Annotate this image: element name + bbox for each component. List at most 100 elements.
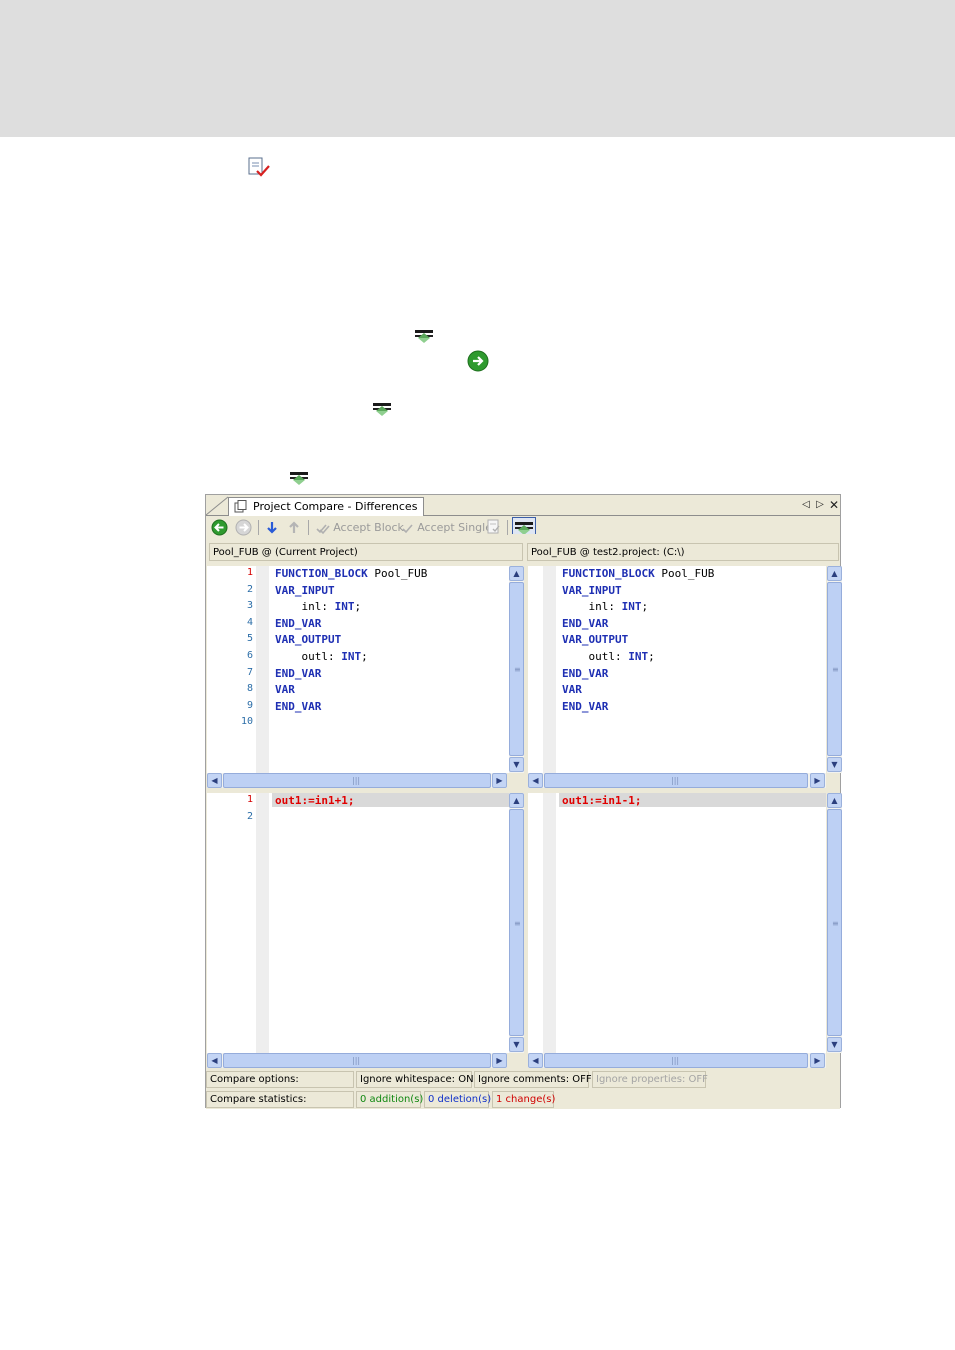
scroll-up-button[interactable]: ▲ xyxy=(827,566,842,581)
scroll-right-button[interactable]: ▶ xyxy=(492,1053,507,1068)
left-top-vertical-scrollbar[interactable]: ▲ ≡ ▼ xyxy=(509,566,524,773)
code-keyword: END_VAR xyxy=(562,699,609,713)
compare-document-icon xyxy=(234,500,247,513)
code-line: inl: INT; xyxy=(275,600,362,614)
page-header-band xyxy=(0,0,955,137)
line-number: 9 xyxy=(246,699,253,711)
compare-options-row: Compare options: Ignore whitespace: ON I… xyxy=(206,1070,840,1089)
chevron-up-icon: ▲ xyxy=(831,796,838,805)
scroll-right-button[interactable]: ▶ xyxy=(492,773,507,788)
chevron-down-icon: ▼ xyxy=(831,1040,838,1049)
compare-statistics-row: Compare statistics: 0 addition(s) 0 dele… xyxy=(206,1090,840,1109)
code-line: END_VAR xyxy=(562,617,608,630)
accept-block-button[interactable]: Accept Block xyxy=(316,519,404,536)
right-top-editor[interactable]: FUNCTION_BLOCK Pool_FUB VAR_INPUT inl: IN… xyxy=(528,566,826,773)
code-keyword: VAR_OUTPUT xyxy=(562,633,629,647)
chevron-right-icon: ▶ xyxy=(496,776,503,785)
line-number: 1 xyxy=(246,567,253,578)
left-top-horizontal-scrollbar[interactable]: ◀ ||| ▶ xyxy=(207,773,507,788)
grip-icon: ||| xyxy=(671,776,680,785)
scroll-down-button[interactable]: ▼ xyxy=(827,1037,842,1052)
right-bottom-vertical-scrollbar[interactable]: ▲ ≡ ▼ xyxy=(827,793,842,1053)
code-line: VAR xyxy=(275,683,295,696)
scroll-thumb[interactable]: ||| xyxy=(223,773,491,788)
deletions-count: 0 deletion(s) xyxy=(424,1091,491,1108)
move-down-button[interactable] xyxy=(265,519,279,536)
additions-count: 0 addition(s) xyxy=(356,1091,423,1108)
right-path-label: Pool_FUB @ test2.project: (C:\) xyxy=(531,547,685,558)
left-bottom-vertical-scrollbar[interactable]: ▲ ≡ ▼ xyxy=(509,793,524,1053)
left-path-label: Pool_FUB @ (Current Project) xyxy=(213,547,358,558)
scroll-tabs-right-icon[interactable]: ▷ xyxy=(814,498,826,512)
next-difference-button[interactable] xyxy=(235,519,252,536)
accept-single-button[interactable]: Accept Single xyxy=(402,519,492,536)
scroll-up-button[interactable]: ▲ xyxy=(509,566,524,581)
chevron-up-icon: ▲ xyxy=(513,569,520,578)
line-number: 5 xyxy=(246,633,253,645)
code-keyword: INT xyxy=(621,600,642,614)
tab-strip: Project Compare - Differences ◁ ▷ ✕ xyxy=(206,495,840,516)
scroll-left-button[interactable]: ◀ xyxy=(207,1053,222,1068)
code-line: END_VAR xyxy=(275,667,321,680)
code-keyword: VAR xyxy=(562,683,582,697)
code-keyword: VAR_INPUT xyxy=(275,583,335,597)
chevron-left-icon: ◀ xyxy=(532,1056,539,1065)
gutter-strip xyxy=(256,566,269,773)
code-keyword: INT xyxy=(628,650,649,663)
left-bottom-editor[interactable]: 1 out1:=in1+1; 2 xyxy=(207,793,509,1053)
scroll-left-button[interactable]: ◀ xyxy=(207,773,222,788)
scroll-left-button[interactable]: ◀ xyxy=(528,773,543,788)
scroll-thumb[interactable]: ≡ xyxy=(827,809,842,1036)
scroll-thumb[interactable]: ||| xyxy=(544,1053,808,1068)
close-icon[interactable]: ✕ xyxy=(828,498,840,512)
code-line: END_VAR xyxy=(275,617,321,630)
right-bottom-horizontal-scrollbar[interactable]: ◀ ||| ▶ xyxy=(528,1053,826,1068)
grip-icon: ≡ xyxy=(832,665,839,674)
code-keyword: END_VAR xyxy=(562,666,609,680)
check-icon xyxy=(402,523,413,533)
code-line: END_VAR xyxy=(562,667,608,680)
previous-difference-button[interactable] xyxy=(211,519,228,536)
scroll-up-button[interactable]: ▲ xyxy=(827,793,842,808)
ignore-whitespace-toggle[interactable]: Ignore whitespace: ON xyxy=(356,1071,474,1088)
scroll-down-button[interactable]: ▼ xyxy=(509,1037,524,1052)
scroll-left-button[interactable]: ◀ xyxy=(528,1053,543,1068)
right-top-vertical-scrollbar[interactable]: ▲ ≡ ▼ xyxy=(827,566,842,773)
right-path-header: Pool_FUB @ test2.project: (C:\) xyxy=(527,543,839,561)
check-document-button[interactable] xyxy=(487,519,501,536)
scroll-down-button[interactable]: ▼ xyxy=(509,757,524,772)
toolbar-separator xyxy=(507,520,508,535)
code-keyword: FUNCTION_BLOCK xyxy=(562,567,655,580)
tab-project-compare[interactable]: Project Compare - Differences xyxy=(228,497,425,516)
toolbar: Accept Block Accept Single xyxy=(206,516,840,539)
scroll-up-button[interactable]: ▲ xyxy=(509,793,524,808)
scroll-thumb[interactable]: ≡ xyxy=(509,809,524,1036)
scroll-thumb[interactable]: ≡ xyxy=(827,582,842,756)
scroll-thumb[interactable]: ||| xyxy=(223,1053,491,1068)
scroll-right-button[interactable]: ▶ xyxy=(810,1053,825,1068)
move-up-button[interactable] xyxy=(287,519,301,536)
left-top-editor[interactable]: 1 FUNCTION_BLOCK Pool_FUB 2 VAR_INPUT 3 inl:… xyxy=(207,566,509,773)
chevron-left-icon: ◀ xyxy=(211,1056,218,1065)
right-bottom-editor[interactable]: out1:=in1-1; xyxy=(528,793,826,1053)
gutter-strip xyxy=(543,566,556,773)
line-number: 7 xyxy=(246,666,253,678)
chevron-up-icon: ▲ xyxy=(513,796,520,805)
grip-icon: ≡ xyxy=(514,919,521,928)
scroll-tabs-left-icon[interactable]: ◁ xyxy=(800,498,812,512)
code-line: END_VAR xyxy=(562,700,608,713)
code-line: VAR xyxy=(562,683,582,696)
ignore-comments-toggle[interactable]: Ignore comments: OFF xyxy=(474,1071,592,1088)
scroll-thumb[interactable]: ||| xyxy=(544,773,808,788)
show-differences-toggle-button[interactable] xyxy=(512,517,536,534)
chevron-down-icon: ▼ xyxy=(513,760,520,769)
code-keyword: VAR_OUTPUT xyxy=(275,633,342,647)
scroll-thumb[interactable]: ≡ xyxy=(509,582,524,756)
left-bottom-horizontal-scrollbar[interactable]: ◀ ||| ▶ xyxy=(207,1053,507,1068)
scroll-down-button[interactable]: ▼ xyxy=(827,757,842,772)
code-keyword: END_VAR xyxy=(275,616,322,630)
toolbar-separator xyxy=(308,520,309,535)
scroll-right-button[interactable]: ▶ xyxy=(810,773,825,788)
right-top-horizontal-scrollbar[interactable]: ◀ ||| ▶ xyxy=(528,773,826,788)
ignore-properties-toggle[interactable]: Ignore properties: OFF xyxy=(592,1071,708,1088)
